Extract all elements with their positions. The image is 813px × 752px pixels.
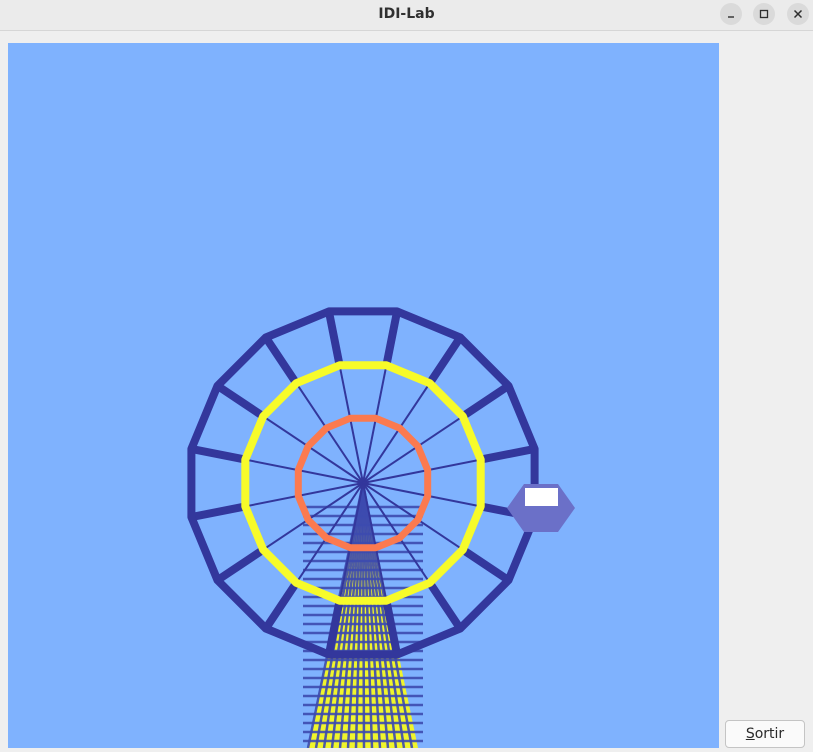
window-title: IDI-Lab [378,6,435,22]
gl-viewport[interactable] [8,43,719,748]
cabin-window [525,488,558,506]
wheel-strut [190,502,247,522]
wheel-strut [215,382,266,420]
title-bar: IDI-Lab [0,0,813,31]
close-icon [793,9,803,19]
wheel-strut [426,335,464,386]
maximize-button[interactable] [753,3,775,25]
wheel-strut [479,444,536,464]
wheel-strut [460,382,511,420]
wheel-strut [262,580,300,631]
close-button[interactable] [787,3,809,25]
app-window: IDI-Lab Sortir [0,0,813,752]
maximize-icon [759,9,769,19]
wheel-strut [190,444,247,464]
wheel-strut [382,310,402,367]
wheel-strut [460,546,511,584]
sortir-label: ortir [754,726,785,742]
sortir-mnemonic: S [745,726,755,742]
minimize-icon [728,16,734,18]
wheel-strut [215,546,266,584]
sortir-button[interactable]: Sortir [725,720,805,748]
wheel-strut [262,335,300,386]
wheel-strut [426,580,464,631]
ferris-wheel-scene [187,307,575,748]
minimize-button[interactable] [720,3,742,25]
wheel-strut [324,310,344,367]
